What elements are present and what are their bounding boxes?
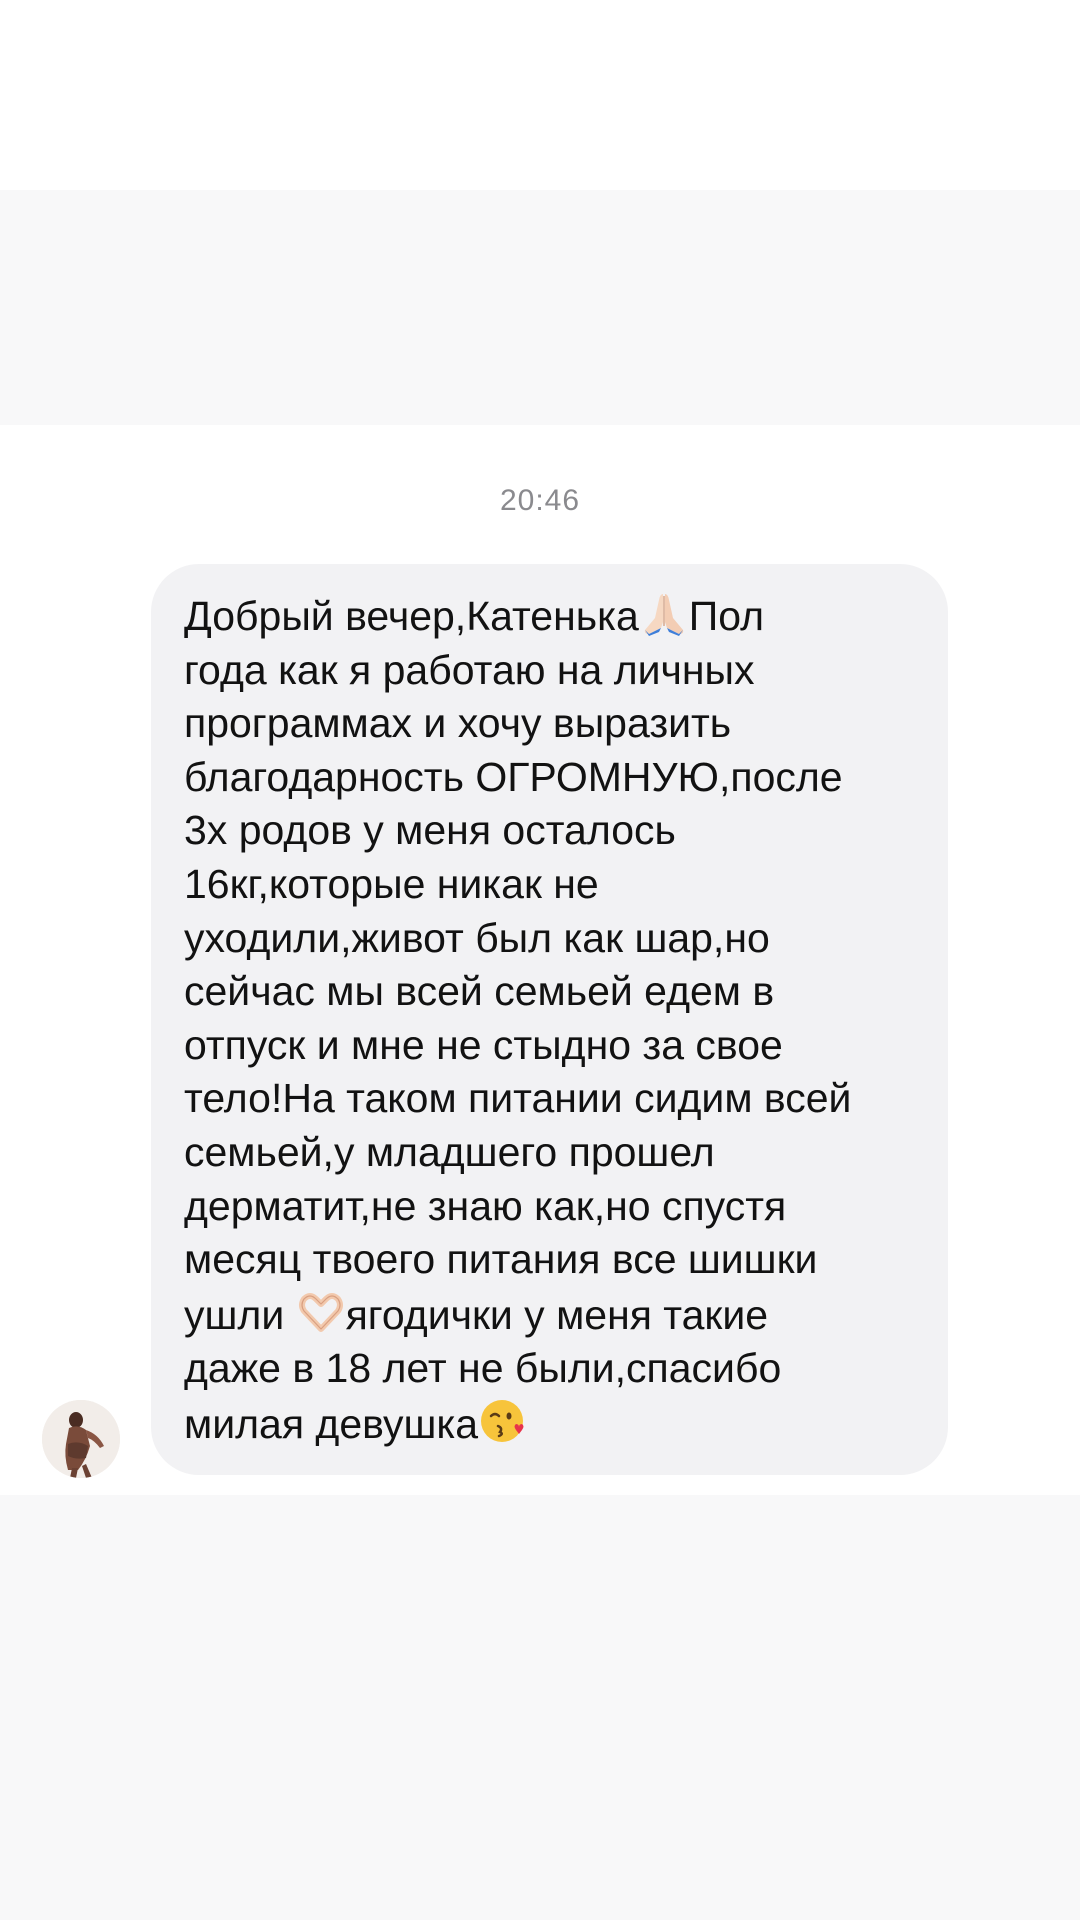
message-line: 3х родов у меня осталось xyxy=(184,807,676,854)
message-timestamp: 20:46 xyxy=(499,484,581,517)
message-line: отпуск и мне не стыдно за свое xyxy=(184,1021,783,1068)
face-blowing-kiss-emoji xyxy=(478,1396,528,1446)
message-line: уходили,живот был как шар,но xyxy=(184,914,770,961)
sender-avatar[interactable] xyxy=(42,1400,120,1478)
message-text: Добрый вечер,Катенька xyxy=(184,593,639,639)
heart-hands-emoji xyxy=(296,1287,346,1337)
message-line: 16кг,которые никак не xyxy=(184,860,599,907)
message-text: милая девушка xyxy=(184,1400,479,1447)
top-blank-area xyxy=(0,0,1080,190)
bottom-gray-band xyxy=(0,1495,1080,1920)
folded-hands-emoji xyxy=(639,588,689,638)
message-line: месяц твоего питания все шишки xyxy=(184,1236,818,1283)
message-line: ушли ягодички у меня такие xyxy=(184,1287,918,1343)
message-line: даже в 18 лет не были,спасибо xyxy=(184,1345,782,1392)
message-text: ушли xyxy=(184,1291,296,1338)
message-line: программах и хочу выразить xyxy=(184,700,732,747)
incoming-message-bubble[interactable]: Добрый вечер,Катенька Пол года как я рабо… xyxy=(151,564,948,1475)
message-line: сейчас мы всей семьей едем в xyxy=(184,968,775,1015)
message-line: дерматит,не знаю как,но спустя xyxy=(184,1182,787,1229)
top-gray-band xyxy=(0,190,1080,425)
avatar-photo xyxy=(42,1400,120,1478)
message-line: милая девушка xyxy=(184,1396,918,1452)
message-line: Добрый вечер,Катенька Пол xyxy=(184,588,918,644)
message-text: ягодички у меня такие xyxy=(345,1291,769,1338)
message-line: семьей,у младшего прошел xyxy=(184,1128,715,1175)
message-line: года как я работаю на личных xyxy=(184,646,755,693)
message-line: благодарность ОГРОМНУЮ,после xyxy=(184,753,843,800)
message-text: Пол xyxy=(688,593,765,639)
message-line: тело!На таком питании сидим всей xyxy=(184,1075,852,1122)
